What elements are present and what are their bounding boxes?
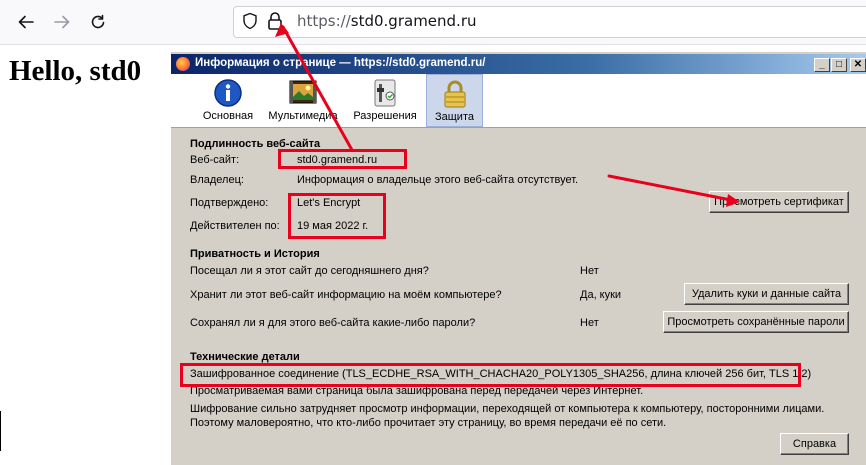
shield-icon[interactable]: [241, 12, 259, 30]
info-icon: [213, 78, 243, 108]
help-button[interactable]: Справка: [780, 433, 849, 455]
page-info-dialog: Информация о странице — https://std0.gra…: [170, 52, 866, 465]
expires-value: 19 мая 2022 г.: [297, 220, 369, 232]
maximize-button[interactable]: □: [831, 58, 847, 72]
tab-label: Защита: [435, 111, 474, 123]
tab-media[interactable]: Мультимедиа: [264, 74, 342, 127]
reload-icon[interactable]: [86, 10, 110, 34]
browser-toolbar: https://std0.gramend.ru: [0, 0, 866, 45]
owner-value: Информация о владельце этого веб-сайта о…: [297, 174, 579, 186]
technical-section-title: Технические детали: [190, 351, 300, 363]
forward-arrow-icon[interactable]: [50, 10, 74, 34]
encryption-note: Просматриваемая вами страница была зашиф…: [190, 385, 644, 397]
verified-by-value: Let's Encrypt: [297, 197, 361, 209]
url-text[interactable]: https://std0.gramend.ru: [297, 12, 477, 30]
verified-by-label: Подтверждено:: [190, 197, 269, 209]
expires-label: Действителен по:: [190, 220, 280, 232]
tab-label: Основная: [202, 110, 254, 122]
encryption-explanation-2: Поэтому маловероятно, что кто-либо прочи…: [190, 417, 667, 429]
passwords-answer: Нет: [580, 317, 599, 329]
owner-label: Владелец:: [190, 174, 244, 186]
privacy-section-title: Приватность и История: [190, 248, 320, 260]
passwords-question: Сохранял ли я для этого веб-сайта какие-…: [190, 317, 476, 329]
tab-label: Разрешения: [353, 110, 417, 122]
visited-question: Посещал ли я этот сайт до сегодняшнего д…: [190, 265, 429, 277]
encryption-explanation-1: Шифрование сильно затрудняет просмотр ин…: [190, 403, 825, 415]
cookies-question: Хранит ли этот веб-сайт информацию на мо…: [190, 289, 502, 301]
identity-section-title: Подлинность веб-сайта: [190, 138, 321, 150]
dialog-tab-bar: Основная Мультимедиа Разрешения Защита: [171, 74, 866, 128]
visited-answer: Нет: [580, 265, 599, 277]
url-host: std0.gramend.ru: [350, 12, 477, 30]
dialog-title-bar[interactable]: Информация о странице — https://std0.gra…: [171, 54, 866, 74]
view-passwords-button[interactable]: Просмотреть сохранённые пароли: [663, 311, 849, 333]
close-button[interactable]: ✕: [850, 58, 866, 72]
view-certificate-button[interactable]: Просмотреть сертификат: [709, 191, 849, 213]
firefox-icon: [176, 57, 190, 71]
media-icon: [288, 78, 318, 108]
clear-cookies-button[interactable]: Удалить куки и данные сайта: [684, 283, 849, 305]
tab-security[interactable]: Защита: [426, 74, 483, 127]
encryption-details: Зашифрованное соединение (TLS_ECDHE_RSA_…: [190, 368, 812, 380]
lock-icon[interactable]: [267, 11, 283, 31]
tab-permissions[interactable]: Разрешения: [351, 74, 419, 127]
padlock-icon: [440, 79, 470, 109]
url-prefix: https://: [297, 12, 351, 30]
website-label: Веб-сайт:: [190, 154, 240, 166]
dialog-title: Информация о странице — https://std0.gra…: [195, 57, 486, 69]
page-heading: Hello, std0: [9, 55, 142, 87]
minimize-button[interactable]: _: [814, 58, 830, 72]
tab-label: Мультимедиа: [268, 110, 338, 122]
permissions-icon: [370, 78, 400, 108]
website-value: std0.gramend.ru: [297, 154, 378, 166]
back-arrow-icon[interactable]: [14, 10, 38, 34]
page-edge-line: [0, 411, 1, 451]
tab-general[interactable]: Основная: [199, 74, 257, 127]
cookies-answer: Да, куки: [580, 289, 622, 301]
